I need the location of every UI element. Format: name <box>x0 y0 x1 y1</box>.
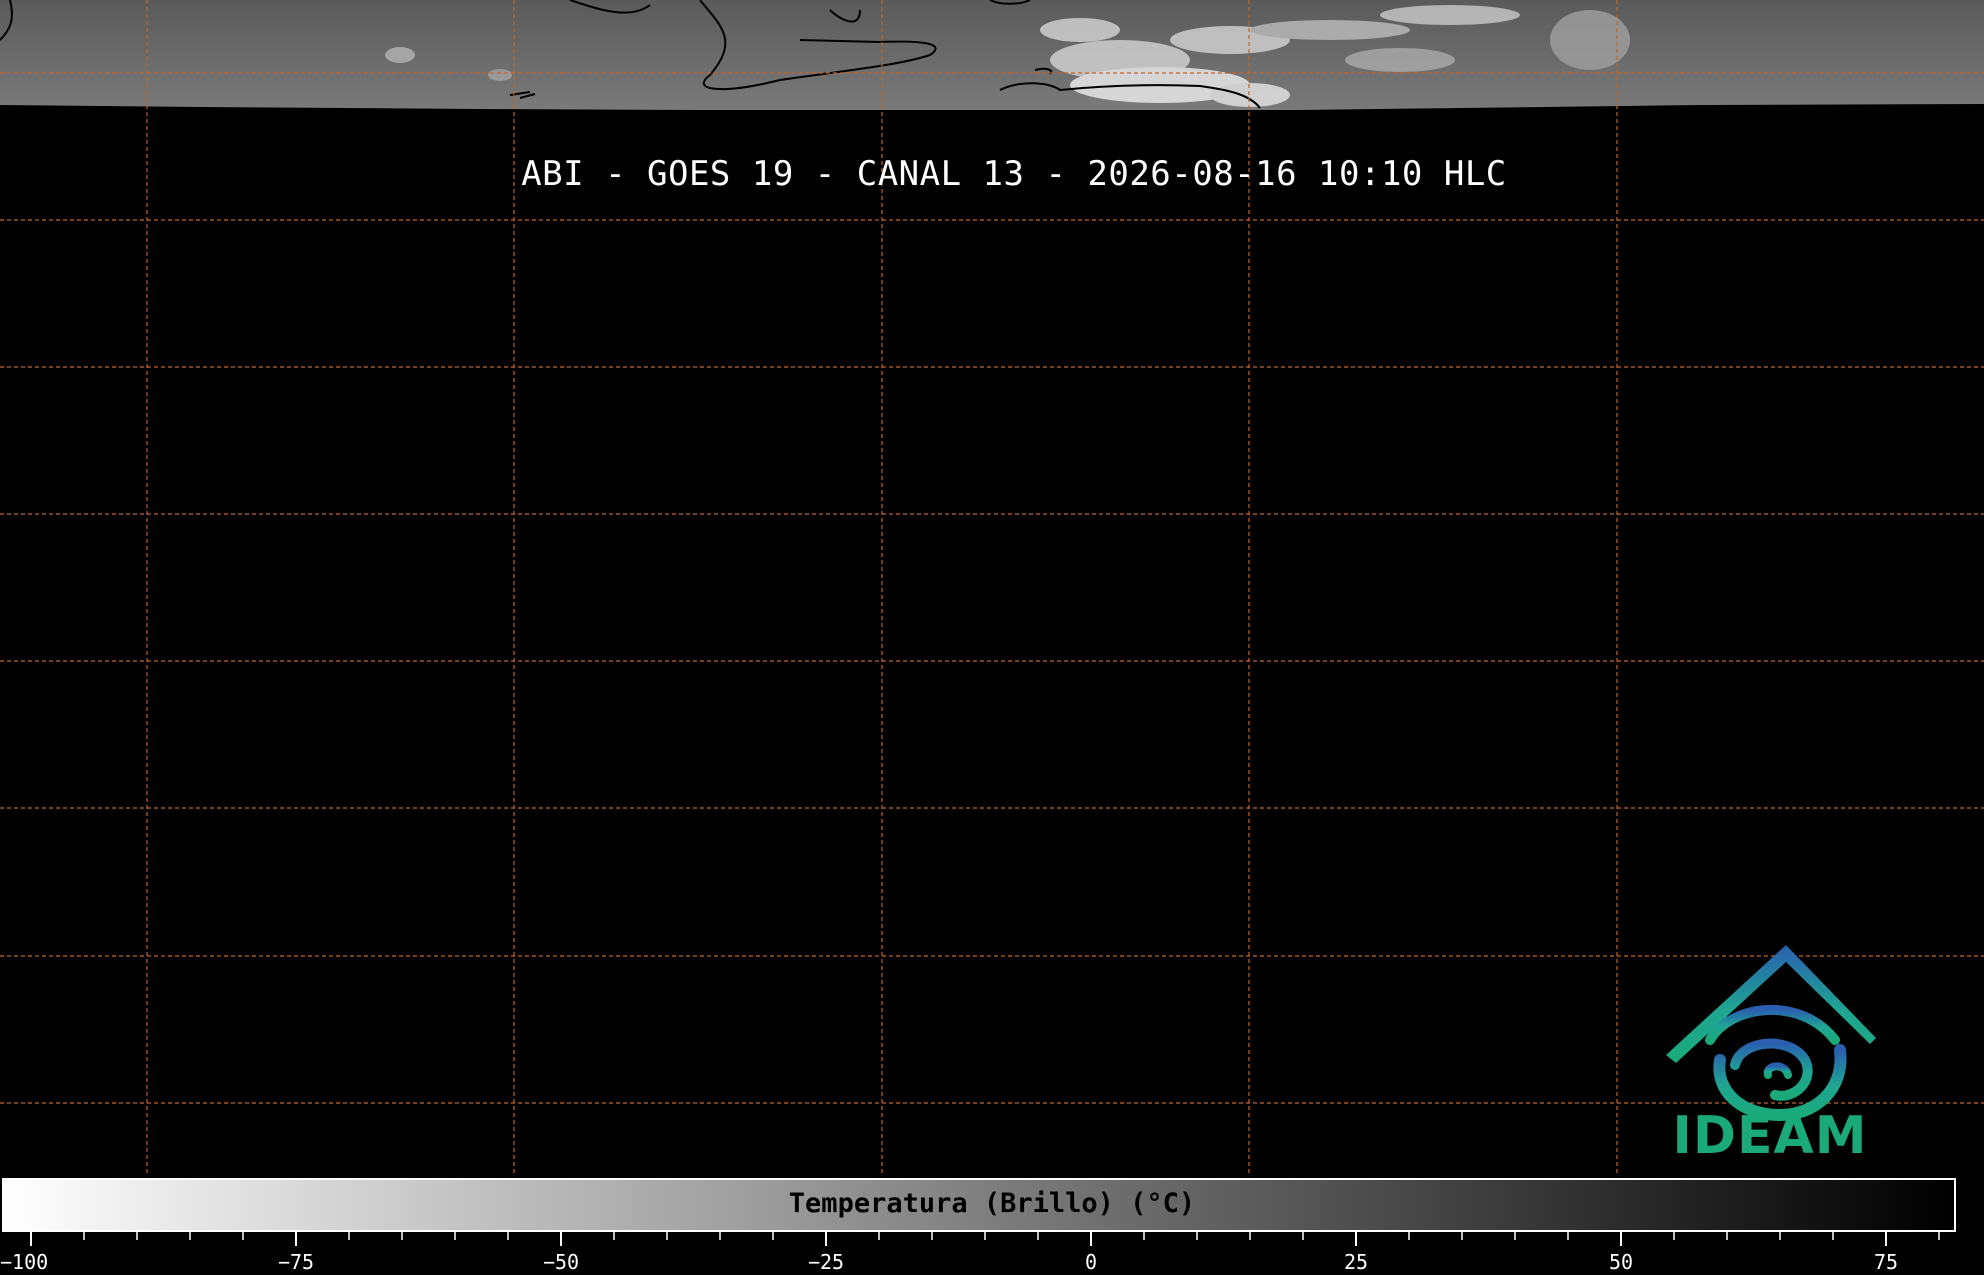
tick-label: −75 <box>277 1250 315 1274</box>
map-title: ABI - GOES 19 - CANAL 13 - 2026-08-16 10… <box>521 154 1507 194</box>
colorbar-label: Temperatura (Brillo) (°C) <box>788 1188 1196 1219</box>
colorbar-ticks <box>30 1232 1940 1246</box>
tick-label: −50 <box>542 1250 580 1274</box>
tick-label: 75 <box>1873 1250 1899 1274</box>
tick-label: −25 <box>807 1250 845 1274</box>
tick-label: 50 <box>1608 1250 1634 1274</box>
tick-label: −100 <box>0 1250 49 1274</box>
tick-label: 0 <box>1084 1250 1098 1274</box>
ideam-logo-text: IDEAM <box>1672 1106 1868 1166</box>
tick-label: 25 <box>1343 1250 1369 1274</box>
satellite-image-band <box>0 0 1984 110</box>
